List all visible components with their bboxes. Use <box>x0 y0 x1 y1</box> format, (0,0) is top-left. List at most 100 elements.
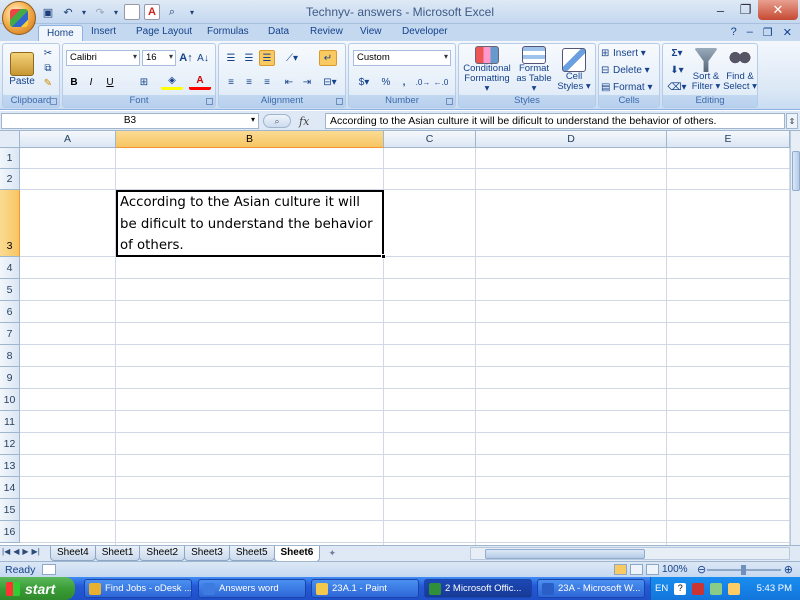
copy-icon[interactable]: ⧉ <box>41 62 55 75</box>
percent-button[interactable]: % <box>379 74 393 90</box>
expand-formula-bar-icon[interactable]: ⇕ <box>786 113 798 129</box>
row-header-5[interactable]: 5 <box>0 279 20 301</box>
normal-view-icon[interactable] <box>614 564 627 575</box>
row-header-15[interactable]: 15 <box>0 499 20 521</box>
zoom-knob[interactable] <box>741 565 746 575</box>
volume-tray-icon[interactable] <box>728 582 741 595</box>
row-header-3[interactable]: 3 <box>0 190 20 257</box>
restore-icon[interactable]: ❐ <box>733 0 758 20</box>
formula-circle-icon[interactable]: ⌕ <box>263 114 291 128</box>
row-header-13[interactable]: 13 <box>0 455 20 477</box>
tab-formulas[interactable]: Formulas <box>199 24 257 41</box>
vertical-scroll-thumb[interactable] <box>792 151 800 191</box>
comma-button[interactable]: , <box>397 74 411 90</box>
office-button[interactable] <box>2 1 36 35</box>
font-color-icon[interactable]: A <box>189 74 211 90</box>
decrease-indent-icon[interactable]: ⇤ <box>281 74 297 90</box>
row-header-16[interactable]: 16 <box>0 521 20 543</box>
row-header-11[interactable]: 11 <box>0 411 20 433</box>
insert-cells-button[interactable]: ⊞ Insert ▾ <box>601 46 657 61</box>
row-header-4[interactable]: 4 <box>0 257 20 279</box>
increase-decimal-icon[interactable]: .0→ <box>415 74 431 90</box>
sheet-tab-sheet1[interactable]: Sheet1 <box>94 546 141 561</box>
align-bottom-icon[interactable]: ☰ <box>259 50 275 66</box>
zoom-in-icon[interactable]: ⊕ <box>784 563 793 576</box>
ribbon-restore-icon[interactable]: ❐ <box>763 26 773 39</box>
taskbar-item[interactable]: Answers word <box>198 579 306 598</box>
insert-sheet-icon[interactable]: ✦ <box>323 546 341 560</box>
row-header-10[interactable]: 10 <box>0 389 20 411</box>
autosum-icon[interactable]: Σ▾ <box>666 46 688 61</box>
format-as-table-button[interactable]: Format as Table ▾ <box>515 46 553 94</box>
select-all-corner[interactable] <box>0 131 20 148</box>
next-sheet-icon[interactable]: ▶ <box>22 547 28 556</box>
find-select-button[interactable]: Find & Select ▾ <box>723 46 757 94</box>
tab-review[interactable]: Review <box>302 24 351 41</box>
prev-sheet-icon[interactable]: ◀ <box>13 547 19 556</box>
format-cells-button[interactable]: ▤ Format ▾ <box>601 80 657 95</box>
help-icon[interactable]: ? <box>731 26 737 39</box>
grow-font-icon[interactable]: A↑ <box>179 50 193 66</box>
sort-filter-button[interactable]: Sort & Filter ▾ <box>690 46 722 94</box>
taskbar-item[interactable]: 2 Microsoft Offic... <box>424 579 532 598</box>
macro-record-icon[interactable] <box>42 564 56 575</box>
delete-cells-button[interactable]: ⊟ Delete ▾ <box>601 63 657 78</box>
row-header-6[interactable]: 6 <box>0 301 20 323</box>
close-icon[interactable]: ✕ <box>758 0 798 20</box>
cell-b3[interactable]: According to the Asian culture it will b… <box>116 190 384 257</box>
page-break-view-icon[interactable] <box>646 564 659 575</box>
ribbon-close-icon[interactable]: ✕ <box>783 26 792 39</box>
wrap-text-icon[interactable]: ↵ <box>319 50 337 66</box>
underline-button[interactable]: U <box>101 74 119 90</box>
tab-insert[interactable]: Insert <box>83 24 124 41</box>
row-header-2[interactable]: 2 <box>0 169 20 190</box>
fill-icon[interactable]: ⬇▾ <box>666 63 688 78</box>
column-header-a[interactable]: A <box>20 131 116 148</box>
align-left-icon[interactable]: ≡ <box>223 74 239 90</box>
align-center-icon[interactable]: ≡ <box>241 74 257 90</box>
horizontal-scroll-thumb[interactable] <box>485 549 645 559</box>
align-top-icon[interactable]: ☰ <box>223 50 239 66</box>
font-name-select[interactable]: Calibri ▾ <box>66 50 140 66</box>
number-format-select[interactable]: Custom ▾ <box>353 50 451 66</box>
align-middle-icon[interactable]: ☰ <box>241 50 257 66</box>
number-launcher-icon[interactable] <box>446 98 453 105</box>
last-sheet-icon[interactable]: ▶| <box>32 547 40 556</box>
vertical-scrollbar[interactable] <box>790 131 800 545</box>
alignment-launcher-icon[interactable] <box>336 98 343 105</box>
tab-developer[interactable]: Developer <box>394 24 456 41</box>
row-header-8[interactable]: 8 <box>0 345 20 367</box>
help-tray-icon[interactable]: ? <box>674 582 687 595</box>
cut-icon[interactable]: ✂ <box>41 47 55 60</box>
language-indicator[interactable]: EN <box>655 583 668 594</box>
column-header-e[interactable]: E <box>667 131 790 148</box>
row-header-9[interactable]: 9 <box>0 367 20 389</box>
bold-button[interactable]: B <box>67 74 81 90</box>
insert-function-button[interactable]: fx <box>299 115 309 128</box>
network-tray-icon[interactable] <box>710 582 723 595</box>
sheet-tab-sheet3[interactable]: Sheet3 <box>184 546 230 561</box>
taskbar-item[interactable]: Find Jobs - oDesk ... <box>84 579 192 598</box>
merge-center-icon[interactable]: ⊟▾ <box>319 74 341 90</box>
formula-input[interactable]: According to the Asian culture it will b… <box>325 113 785 129</box>
first-sheet-icon[interactable]: |◀ <box>2 547 10 556</box>
security-tray-icon[interactable] <box>692 582 705 595</box>
row-header-14[interactable]: 14 <box>0 477 20 499</box>
italic-button[interactable]: I <box>84 74 98 90</box>
sheet-tab-sheet6[interactable]: Sheet6 <box>273 546 321 562</box>
ribbon-minimize-icon[interactable]: – <box>747 26 753 39</box>
font-launcher-icon[interactable] <box>206 98 213 105</box>
tab-data[interactable]: Data <box>260 24 297 41</box>
sheet-tab-sheet2[interactable]: Sheet2 <box>139 546 186 561</box>
row-header-12[interactable]: 12 <box>0 433 20 455</box>
conditional-formatting-button[interactable]: Conditional Formatting ▾ <box>461 46 513 94</box>
tab-home[interactable]: Home <box>38 25 83 42</box>
clear-icon[interactable]: ⌫▾ <box>666 80 688 95</box>
fill-color-icon[interactable]: ◈ <box>161 74 183 90</box>
increase-indent-icon[interactable]: ⇥ <box>299 74 315 90</box>
zoom-level[interactable]: 100% <box>662 564 688 575</box>
shrink-font-icon[interactable]: A↓ <box>196 50 210 66</box>
orientation-icon[interactable]: ⟋▾ <box>281 50 303 66</box>
taskbar-item[interactable]: 23A - Microsoft W... <box>537 579 645 598</box>
column-header-d[interactable]: D <box>476 131 667 148</box>
